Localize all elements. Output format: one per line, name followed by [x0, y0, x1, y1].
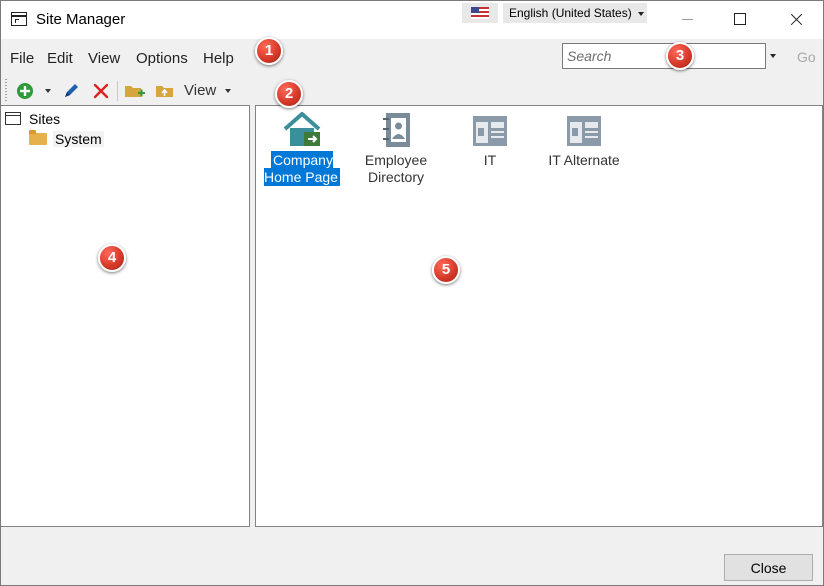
layout-page-icon — [567, 116, 601, 146]
tree-label-system: System — [53, 131, 104, 147]
callout-badge-5: 5 — [432, 256, 460, 284]
toolbar-grip[interactable] — [5, 79, 7, 101]
title-bar: Site Manager English (United States) — [1, 1, 823, 39]
contact-book-icon — [383, 113, 410, 147]
menu-edit[interactable]: Edit — [47, 50, 73, 67]
callout-badge-2: 2 — [275, 80, 303, 108]
site-manager-window: Site Manager English (United States) Fil… — [0, 0, 824, 586]
tile-label: IT — [483, 152, 497, 168]
language-label: English (United States) — [509, 6, 632, 20]
search-input[interactable] — [562, 43, 766, 69]
go-button[interactable]: Go — [797, 49, 816, 65]
chevron-down-icon — [637, 11, 644, 16]
tile-label: Employee Directory — [364, 152, 428, 185]
minimize-button[interactable] — [665, 1, 711, 39]
menu-view[interactable]: View — [88, 50, 120, 67]
toolbar-view-button[interactable]: View — [184, 82, 216, 99]
site-tree-pane[interactable]: Sites System — [1, 105, 250, 527]
add-dropdown-icon[interactable] — [45, 89, 51, 93]
app-window-icon — [11, 12, 27, 26]
view-dropdown-icon[interactable] — [225, 89, 231, 93]
maximize-button[interactable] — [717, 1, 763, 39]
toolbar-separator — [117, 81, 118, 101]
close-button[interactable]: Close — [724, 554, 813, 581]
us-flag-icon[interactable] — [462, 3, 498, 23]
site-content-pane[interactable]: Company Home Page Employee Directory IT … — [255, 105, 823, 527]
language-selector[interactable]: English (United States) — [503, 3, 647, 23]
folder-up-icon[interactable] — [154, 81, 176, 101]
menu-help[interactable]: Help — [203, 50, 234, 67]
menu-file[interactable]: File — [10, 50, 34, 67]
sites-window-icon — [5, 112, 21, 125]
window-title: Site Manager — [36, 11, 126, 28]
callout-badge-1: 1 — [255, 37, 283, 65]
add-icon[interactable] — [15, 81, 35, 101]
tile-label: Company Home Page — [264, 151, 340, 186]
callout-badge-3: 3 — [666, 42, 694, 70]
edit-pencil-icon[interactable] — [61, 81, 81, 101]
tile-label: IT Alternate — [548, 152, 620, 168]
house-icon — [283, 112, 321, 146]
folder-open-icon — [29, 130, 47, 145]
delete-icon[interactable] — [91, 81, 111, 101]
new-folder-icon[interactable] — [124, 81, 146, 101]
close-window-button[interactable] — [773, 1, 819, 39]
tree-label-sites: Sites — [29, 111, 61, 127]
callout-badge-4: 4 — [98, 244, 126, 272]
menu-options[interactable]: Options — [136, 50, 188, 67]
search-dropdown-icon[interactable] — [770, 54, 776, 58]
layout-page-icon — [473, 116, 507, 146]
